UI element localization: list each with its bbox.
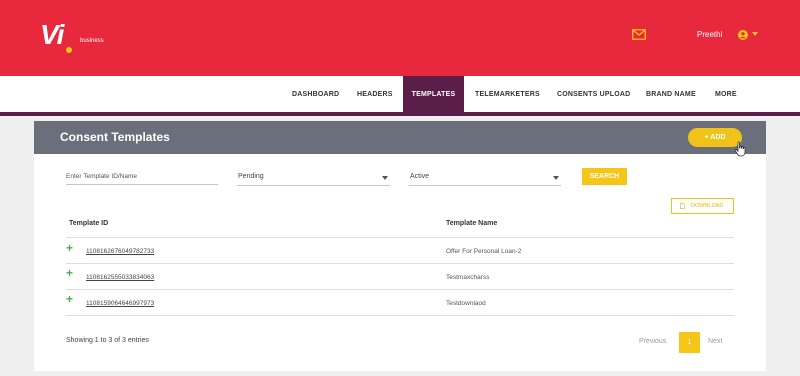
table-header-divider (66, 237, 734, 238)
consent-templates-panel: Consent Templates + ADD Pending Active S… (34, 121, 766, 371)
panel-header: Consent Templates + ADD (34, 121, 766, 157)
hand-cursor-icon (734, 141, 746, 157)
column-header-template-id[interactable]: Template ID (69, 220, 108, 227)
status-select[interactable]: Pending (237, 170, 390, 186)
download-label: DOWNLOAD (691, 203, 724, 209)
pagination-page-1[interactable]: 1 (679, 332, 700, 353)
row-divider (66, 315, 734, 316)
expand-row-icon[interactable]: + (66, 242, 73, 254)
download-button[interactable]: DOWNLOAD (671, 198, 734, 214)
mail-icon[interactable] (632, 29, 646, 40)
user-avatar-icon[interactable] (738, 30, 748, 40)
logo-dot (66, 47, 72, 53)
user-name[interactable]: Preethi (697, 30, 722, 39)
row-divider (66, 263, 734, 264)
template-id-link[interactable]: 1108159064646997973 (86, 300, 154, 307)
expand-row-icon[interactable]: + (66, 293, 73, 305)
vi-business-logo[interactable]: Vi business (40, 20, 110, 54)
search-button[interactable]: SEARCH (582, 168, 627, 185)
template-name: Testmaxcharss (446, 274, 490, 281)
column-header-template-name[interactable]: Template Name (446, 220, 497, 227)
document-icon (680, 203, 685, 209)
logo-text: Vi (40, 19, 64, 50)
row-divider (66, 289, 734, 290)
panel-title: Consent Templates (60, 130, 170, 144)
active-select-value: Active (410, 173, 430, 180)
pagination-next[interactable]: Next (708, 338, 722, 345)
nav-item-telemarketers[interactable]: TELEMARKETERS (475, 76, 540, 112)
nav-item-consents-upload[interactable]: CONSENTS UPLOAD (557, 76, 630, 112)
main-nav: DASHBOARD HEADERS TEMPLATES TELEMARKETER… (0, 76, 800, 116)
nav-item-dashboard[interactable]: DASHBOARD (292, 76, 339, 112)
nav-item-brand-name[interactable]: BRAND NAME (646, 76, 696, 112)
expand-row-icon[interactable]: + (66, 267, 73, 279)
active-status-select[interactable]: Active (409, 170, 561, 186)
chevron-down-icon (553, 176, 559, 180)
caret-down-icon[interactable] (752, 32, 758, 37)
top-header: Vi business Preethi (0, 0, 800, 76)
template-id-link[interactable]: 1108162676049782733 (86, 248, 154, 255)
template-search-input[interactable] (66, 168, 218, 185)
nav-item-templates[interactable]: TEMPLATES (403, 76, 464, 112)
nav-item-headers[interactable]: HEADERS (357, 76, 393, 112)
logo-subtext: business (80, 38, 104, 44)
chevron-down-icon (382, 176, 388, 180)
status-select-value: Pending (238, 173, 264, 180)
pagination-previous[interactable]: Previous (639, 338, 666, 345)
entries-summary: Showing 1 to 3 of 3 entries (66, 337, 149, 344)
nav-item-more[interactable]: MORE (715, 76, 737, 112)
template-name: Offer For Personal Loan-2 (446, 248, 522, 255)
template-name: Testdownlaod (446, 300, 486, 307)
template-id-link[interactable]: 1108162555033834063 (86, 274, 154, 281)
